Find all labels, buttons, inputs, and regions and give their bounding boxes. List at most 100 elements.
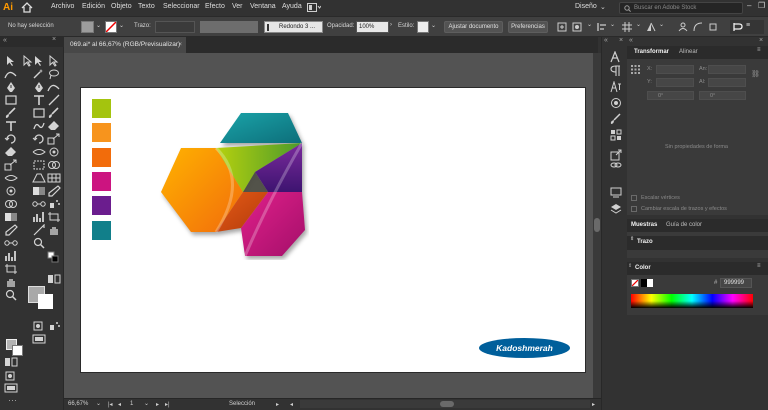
arrange-documents-icon[interactable] [307, 3, 321, 12]
color-swatch-3[interactable] [92, 148, 111, 167]
stroke-panel-title[interactable]: Trazo [637, 239, 653, 245]
stroke-weight-field[interactable] [155, 21, 195, 33]
magic-wand-tool-icon[interactable] [32, 68, 46, 80]
rectangle-tool-icon[interactable] [4, 94, 18, 106]
menu-ventana[interactable]: Ventana [250, 3, 276, 10]
shape-builder-tool-icon[interactable] [4, 198, 18, 210]
menu-archivo[interactable]: Archivo [51, 3, 74, 10]
default-colors-tool-icon[interactable] [47, 251, 61, 263]
artboard-tool-icon[interactable] [4, 263, 18, 275]
screen-mode-tool-icon[interactable] [4, 382, 18, 394]
panels-close-icon[interactable]: × [759, 37, 763, 44]
dock-close-icon[interactable]: × [619, 37, 623, 44]
grid-chevron-icon[interactable]: ⌄ [636, 21, 641, 28]
column-graph-tool-icon[interactable] [4, 250, 18, 262]
rectangle-tool-icon[interactable] [32, 107, 46, 119]
scale-corners-checkbox[interactable] [631, 195, 637, 201]
blend-tool-icon[interactable] [32, 198, 46, 210]
opacity-label[interactable]: Opacidad: [327, 23, 354, 29]
last-artboard-icon[interactable]: ▸| [165, 401, 170, 408]
shape-builder-tool-icon[interactable] [47, 159, 61, 171]
rotate-field[interactable]: 0° [647, 91, 694, 100]
height-field[interactable] [708, 78, 746, 87]
horizontal-scrollbar[interactable] [300, 400, 590, 408]
color-swatch-6[interactable] [92, 221, 111, 240]
eyedropper-tool-icon[interactable] [47, 185, 61, 197]
tab-alinear[interactable]: Alinear [679, 49, 698, 55]
tab-guia-de-color[interactable]: Guía de color [666, 222, 702, 228]
eraser-tool-icon[interactable] [4, 146, 18, 158]
first-artboard-icon[interactable]: |◂ [108, 401, 113, 408]
paintbrush-tool-icon[interactable] [47, 107, 61, 119]
logo-artwork[interactable] [159, 110, 309, 260]
control-chevron-icon[interactable]: ⌄ [587, 21, 592, 28]
restore-icon[interactable]: ❐ [758, 1, 765, 10]
paintbrush-tool-icon[interactable] [4, 107, 18, 119]
gradient-tool-icon[interactable] [4, 211, 18, 223]
constrain-proportions-icon[interactable]: ⛓ [751, 70, 760, 78]
color-swatch-1[interactable] [92, 99, 111, 118]
rotate-tool-icon[interactable] [4, 133, 18, 145]
warp-tool-icon[interactable] [47, 146, 61, 158]
color-spectrum[interactable] [631, 294, 753, 308]
zoom-tool-icon[interactable] [4, 289, 18, 301]
isolate-icon[interactable] [572, 22, 582, 32]
scale-tool-icon[interactable] [4, 159, 18, 171]
fill-chevron-icon[interactable]: ⌄ [96, 22, 101, 29]
y-field[interactable] [656, 78, 694, 87]
next-artboard-icon[interactable]: ▸ [156, 401, 159, 408]
symbol-sprayer-tool-icon[interactable] [47, 198, 61, 210]
close-tab-icon[interactable]: × [178, 41, 182, 48]
graphic-style-swatch[interactable] [417, 21, 429, 33]
draw-mode-tool-icon[interactable] [32, 320, 46, 332]
type-tool-icon[interactable] [32, 94, 46, 106]
curvature-tool-icon[interactable] [4, 68, 18, 80]
opentype-icon[interactable] [610, 81, 622, 93]
menu-ayuda[interactable]: Ayuda [282, 3, 302, 10]
menu-seleccionar[interactable]: Seleccionar [163, 3, 200, 10]
draw-mode-tool-icon[interactable] [4, 370, 18, 382]
grid-icon[interactable] [621, 21, 633, 33]
free-transform-tool-icon[interactable] [32, 159, 46, 171]
panel-menu-icon[interactable]: ≡ [757, 47, 761, 53]
zoom-level[interactable]: 66,67% [68, 401, 88, 407]
column-graph-tool-icon[interactable] [32, 211, 46, 223]
variable-width-profile[interactable] [200, 21, 258, 33]
flip-chevron-icon[interactable]: ⌄ [659, 21, 664, 28]
shear-field[interactable]: 0° [699, 91, 746, 100]
crop-icon[interactable] [708, 22, 718, 32]
fit-document-button[interactable]: Ajustar documento [444, 21, 503, 33]
slice-tool-icon[interactable] [32, 224, 46, 236]
paragraph-icon[interactable] [610, 65, 622, 77]
rotate-tool-icon[interactable] [32, 133, 46, 145]
color-swatch-5[interactable] [92, 196, 111, 215]
fill-color-swatch[interactable] [81, 21, 94, 33]
symbol-sprayer-tool-icon[interactable] [47, 320, 61, 332]
color-panel-title[interactable]: Color [635, 265, 651, 271]
properties-toggle[interactable]: ≡ [730, 20, 764, 34]
scroll-left-icon[interactable]: ◂ [290, 401, 293, 408]
color-none-swatch[interactable] [631, 279, 639, 287]
links-icon[interactable] [610, 159, 622, 171]
stroke-color-swatch[interactable] [105, 21, 117, 33]
more-tools-icon[interactable]: ··· [8, 395, 17, 405]
tab-transformar[interactable]: Transformar [634, 49, 669, 55]
opacity-chevron-icon[interactable]: › [390, 22, 392, 28]
color-mode-tool-icon[interactable] [4, 356, 18, 368]
color-panel-menu-icon[interactable]: ≡ [757, 263, 761, 269]
preferences-button[interactable]: Preferencias [508, 21, 548, 33]
workspace-chevron-icon[interactable]: ⌄ [600, 3, 606, 11]
zoom-tool-icon[interactable] [32, 237, 46, 249]
home-icon[interactable] [21, 2, 33, 13]
vertical-scroll-thumb[interactable] [594, 218, 600, 232]
hex-input[interactable]: 999999 [720, 278, 752, 288]
stroke-indicator-large[interactable] [38, 294, 53, 309]
menu-edicion[interactable]: Edición [82, 3, 105, 10]
hand-tool-icon[interactable] [47, 224, 61, 236]
color-white-swatch[interactable] [647, 279, 653, 287]
stroke-chevron-icon[interactable]: ⌄ [119, 22, 124, 29]
warp-tool-icon[interactable] [4, 185, 18, 197]
width-field[interactable] [708, 65, 746, 74]
character-icon[interactable] [610, 51, 622, 63]
blend-tool-icon[interactable] [4, 237, 18, 249]
